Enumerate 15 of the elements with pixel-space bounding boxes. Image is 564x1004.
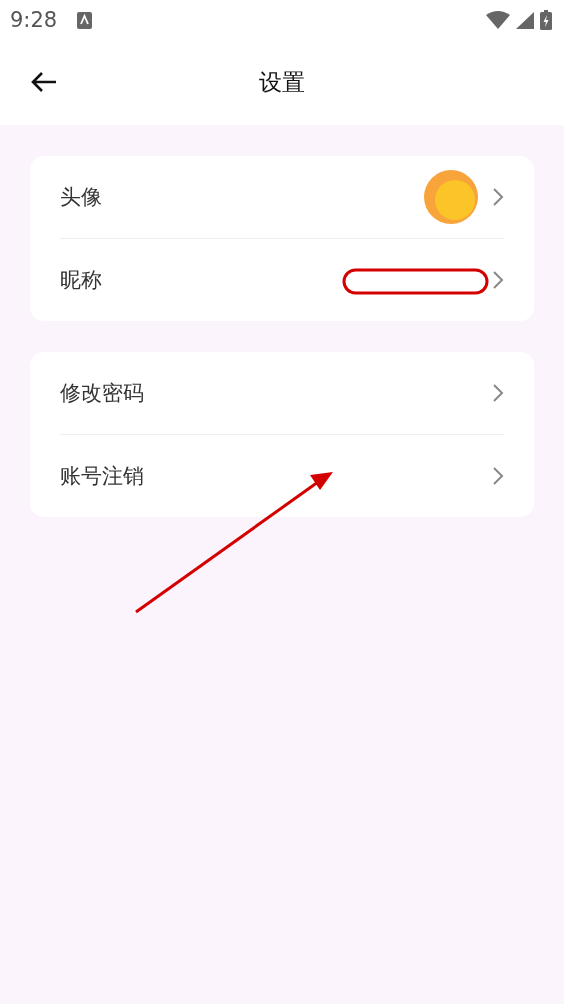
avatar: [424, 170, 478, 224]
status-time: 9:28: [10, 8, 58, 32]
wifi-icon: [486, 11, 510, 29]
chevron-right-icon: [492, 270, 504, 290]
chevron-right-icon: [492, 466, 504, 486]
page-title: 设置: [259, 68, 305, 97]
settings-item[interactable]: 昵称: [60, 266, 102, 294]
settings-item[interactable]: 头像: [60, 183, 102, 211]
settings-item[interactable]: 账号注销: [60, 462, 144, 490]
settings-item[interactable]: 修改密码: [60, 379, 144, 407]
signal-icon: [516, 11, 534, 29]
chevron-right-icon: [492, 187, 504, 207]
battery-icon: [540, 10, 552, 30]
chevron-right-icon: [492, 383, 504, 403]
keyboard-icon: [77, 11, 93, 29]
